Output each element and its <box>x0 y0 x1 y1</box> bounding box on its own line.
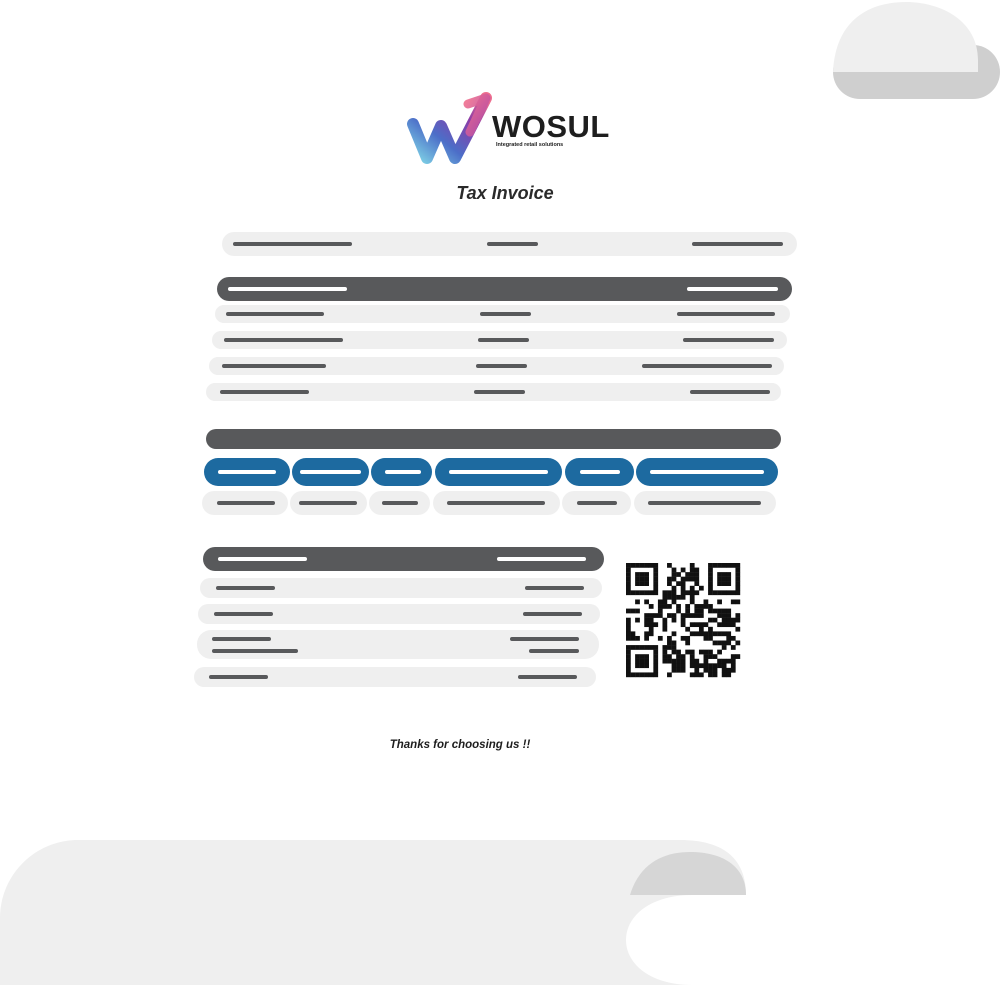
thanks-note: Thanks for choosing us !! <box>389 739 531 751</box>
brand-name: WOSUL <box>492 109 610 144</box>
items-title-bar <box>206 429 781 449</box>
top-paper-curl <box>833 2 1000 99</box>
invoice-info-row <box>222 232 797 256</box>
invoice-totals-table <box>194 547 604 687</box>
wosul-w-logo-icon <box>407 92 492 164</box>
totals-row <box>197 630 599 659</box>
bottom-paper-curl <box>0 840 746 985</box>
invoice-details-table <box>206 277 792 401</box>
invoice-title: Tax Invoice <box>456 183 554 203</box>
items-data-row <box>202 491 776 515</box>
invoice-items-table <box>202 429 781 515</box>
qr-code-icon <box>626 563 741 678</box>
items-header-row <box>204 458 778 486</box>
brand-tagline: Integrated retail solutions <box>496 142 564 148</box>
